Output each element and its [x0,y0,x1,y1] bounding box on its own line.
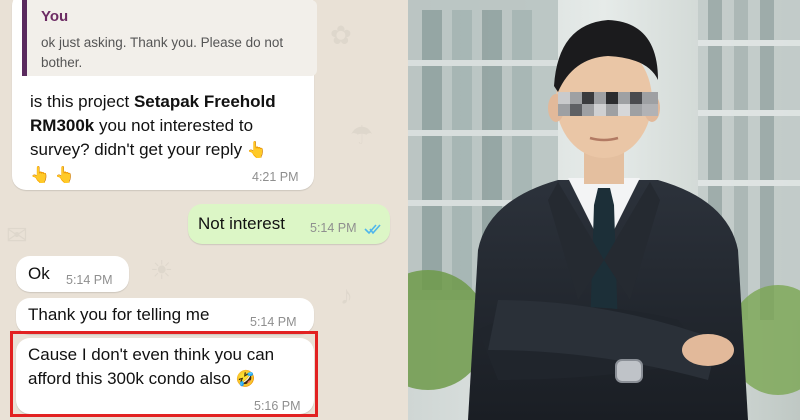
quoted-sender: You [41,8,69,25]
wallpaper-doodle: ☂ [350,120,373,151]
wallpaper-doodle: ✿ [330,20,352,51]
message-text: Thank you for telling me [28,305,210,324]
pointing-hand-emoji: 👆 [54,167,75,184]
message-time: 5:14 PM [310,221,357,235]
message-bubble-incoming[interactable]: Thank you for telling me 5:14 PM [16,298,314,334]
double-check-icon [364,224,381,235]
wallpaper-doodle: ♪ [340,280,353,311]
message-time: 5:14 PM [66,273,113,287]
businessman-illustration [408,0,800,420]
message-time: 5:14 PM [250,315,297,329]
quoted-text: ok just asking. Thank you. Please do not… [41,35,284,70]
pixelated-eye-censor [558,92,658,116]
message-time: 4:21 PM [252,170,299,184]
highlight-box [10,331,318,417]
pointing-hand-emoji: 👆 [30,167,50,184]
message-text: Not interest [198,214,285,233]
quoted-reply[interactable]: You ok just asking. Thank you. Please do… [22,0,317,76]
message-text-part: is this project [30,92,134,111]
wallpaper-doodle: ☀ [150,255,173,286]
message-text: Ok [28,264,50,283]
message-bubble-outgoing[interactable]: Not interest 5:14 PM [188,204,390,244]
message-bubble-incoming[interactable]: Ok 5:14 PM [16,256,129,292]
message-bubble-incoming[interactable]: You ok just asking. Thank you. Please do… [12,0,317,190]
businessman-photo [408,0,800,420]
wallpaper-doodle: ✉ [6,220,28,251]
pointing-hand-emoji: 👆 [246,142,267,159]
chat-screenshot: ✿ ☂ ✉ ♪ ☀ You ok just asking. Thank you.… [0,0,408,420]
